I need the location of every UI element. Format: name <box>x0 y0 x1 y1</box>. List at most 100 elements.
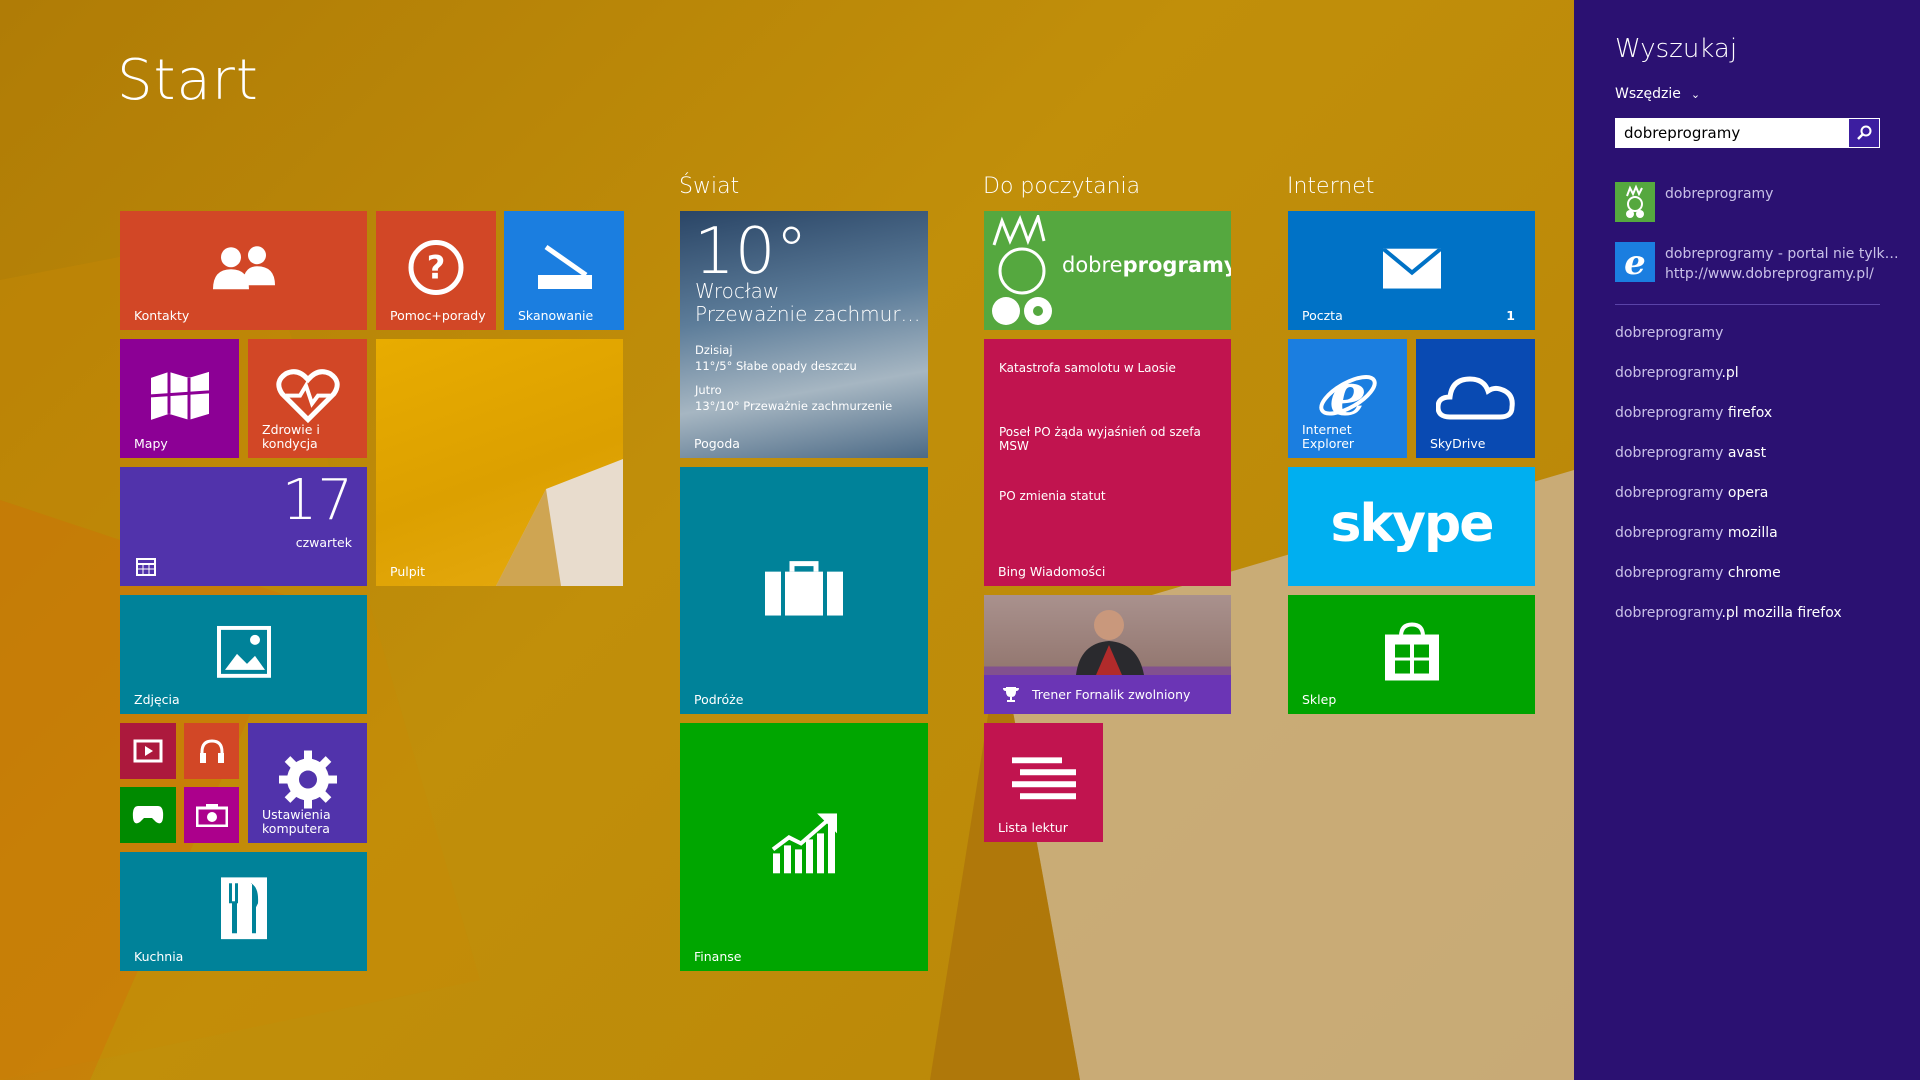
tile-label: Podróże <box>694 692 744 707</box>
weather-temperature: 10° <box>694 215 808 289</box>
reading-list-icon <box>1011 756 1076 799</box>
headphones-icon <box>199 739 224 763</box>
svg-text:?: ? <box>427 248 446 286</box>
search-input[interactable] <box>1616 119 1860 147</box>
mail-count-badge: 1 <box>1506 308 1515 323</box>
suggestion-extra: mozilla <box>1723 525 1778 541</box>
tile-skydrive[interactable]: SkyDrive <box>1416 339 1535 458</box>
search-suggestion[interactable]: dobreprogramy opera <box>1615 485 1768 501</box>
search-scope-dropdown[interactable]: Wszędzie ⌄ <box>1615 86 1700 102</box>
search-result-web[interactable]: e dobreprogramy - portal nie tylk… http:… <box>1615 242 1899 284</box>
group-title-reading: Do poczytania <box>983 174 1141 199</box>
tile-label: Ustawienia komputera <box>262 807 331 836</box>
calendar-icon <box>136 558 156 576</box>
tile-label: SkyDrive <box>1430 436 1486 451</box>
search-divider <box>1615 304 1880 305</box>
tile-store[interactable]: Sklep <box>1288 595 1535 714</box>
weather-description: Przeważnie zachmur… <box>695 302 921 326</box>
tile-skype[interactable]: skype <box>1288 467 1535 586</box>
search-suggestion[interactable]: dobreprogramy firefox <box>1615 405 1772 421</box>
search-box <box>1615 118 1880 148</box>
tile-label: Kuchnia <box>134 949 184 964</box>
tile-photos[interactable]: Zdjęcia <box>120 595 367 714</box>
suggestion-extra: .pl <box>1721 365 1739 381</box>
tile-label: Pomoc+porady <box>390 308 486 323</box>
tile-games[interactable] <box>120 787 176 843</box>
search-suggestion[interactable]: dobreprogramy.pl mozilla firefox <box>1615 605 1842 621</box>
search-suggestion[interactable]: dobreprogramy chrome <box>1615 565 1781 581</box>
weather-today-label: Dzisiaj <box>695 343 733 357</box>
people-icon <box>212 245 275 289</box>
tile-label: Internet Explorer <box>1302 422 1355 451</box>
tile-maps[interactable]: Mapy <box>120 339 239 458</box>
suggestion-extra: avast <box>1723 445 1767 461</box>
internet-explorer-icon: e <box>1318 364 1377 426</box>
search-suggestion[interactable]: dobreprogramy avast <box>1615 445 1766 461</box>
cloud-icon <box>1435 375 1515 419</box>
sport-photo <box>984 595 1231 675</box>
calendar-day: 17 <box>281 468 353 533</box>
tile-travel[interactable]: Podróże <box>680 467 928 714</box>
suggestion-base: dobreprogramy <box>1615 605 1722 621</box>
tile-label: Zdjęcia <box>134 692 180 707</box>
tile-video[interactable] <box>120 723 176 779</box>
weather-city: Wrocław <box>695 279 780 303</box>
tile-dobreprogramy[interactable]: dobreprogramy <box>984 211 1231 330</box>
tile-calendar[interactable]: 17 czwartek <box>120 467 367 586</box>
news-headline-1: Katastrofa samolotu w Laosie <box>999 361 1176 375</box>
photo-icon <box>216 625 271 678</box>
mascot-mini-icon <box>1626 184 1644 218</box>
search-result-app[interactable]: dobreprogramy <box>1615 182 1895 224</box>
suggestion-base: dobreprogramy <box>1615 525 1724 541</box>
search-result-title: dobreprogramy <box>1665 186 1774 202</box>
tile-label: Mapy <box>134 436 168 451</box>
tile-label: Bing Wiadomości <box>998 564 1106 579</box>
tile-label: Finanse <box>694 949 742 964</box>
start-title: Start <box>117 48 259 113</box>
video-icon <box>133 739 163 763</box>
scanner-icon <box>538 244 592 289</box>
tile-pc-settings[interactable]: Ustawienia komputera <box>248 723 367 843</box>
store-bag-icon <box>1384 622 1439 681</box>
tile-weather[interactable]: 10° Wrocław Przeważnie zachmur… Dzisiaj … <box>680 211 928 458</box>
tile-label: Poczta <box>1302 308 1343 323</box>
search-suggestion[interactable]: dobreprogramy.pl <box>1615 365 1739 381</box>
suggestion-extra: firefox <box>1723 405 1773 421</box>
tile-finance[interactable]: Finanse <box>680 723 928 971</box>
tile-scan[interactable]: Skanowanie <box>504 211 624 330</box>
search-suggestion[interactable]: dobreprogramy <box>1615 325 1723 341</box>
heart-icon <box>275 368 340 423</box>
news-headline-2: Poseł PO żąda wyjaśnień od szefa MSW <box>999 425 1201 453</box>
tile-mail[interactable]: Poczta 1 <box>1288 211 1535 330</box>
tile-news[interactable]: Katastrofa samolotu w Laosie Poseł PO żą… <box>984 339 1231 586</box>
tile-contacts[interactable]: Kontakty <box>120 211 367 330</box>
search-button[interactable] <box>1849 119 1879 147</box>
map-icon <box>150 371 209 420</box>
tile-label: Pulpit <box>390 564 426 579</box>
trophy-icon <box>1003 687 1019 702</box>
sport-headline: Trener Fornalik zwolniony <box>1032 687 1191 702</box>
tile-music[interactable] <box>184 723 239 779</box>
tile-help[interactable]: ? Pomoc+porady <box>376 211 496 330</box>
internet-explorer-icon: e <box>1615 242 1655 283</box>
dobreprogramy-mascot-icon <box>992 215 1052 325</box>
suggestion-base: dobreprogramy <box>1615 445 1724 461</box>
weather-tomorrow: 13°/10° Przeważnie zachmurzenie <box>695 399 893 413</box>
search-suggestion[interactable]: dobreprogramy mozilla <box>1615 525 1778 541</box>
tile-food[interactable]: Kuchnia <box>120 852 367 971</box>
weather-tomorrow-label: Jutro <box>695 383 722 397</box>
tile-health[interactable]: Zdrowie i kondycja <box>248 339 367 458</box>
dobreprogramy-app-icon <box>1615 182 1655 222</box>
tile-camera[interactable] <box>184 787 239 843</box>
suggestion-base: dobreprogramy <box>1615 485 1724 501</box>
stock-chart-icon <box>771 813 837 874</box>
tile-desktop[interactable]: Pulpit <box>376 339 623 586</box>
fork-knife-icon <box>220 876 267 939</box>
suggestion-extra: chrome <box>1723 565 1781 581</box>
tile-internet-explorer[interactable]: e Internet Explorer <box>1288 339 1407 458</box>
tile-sport[interactable]: Trener Fornalik zwolniony <box>984 595 1231 714</box>
tile-reading-list[interactable]: Lista lektur <box>984 723 1103 842</box>
suitcase-icon <box>765 560 843 616</box>
news-headline-3: PO zmienia statut <box>999 489 1106 503</box>
mail-icon <box>1382 248 1441 289</box>
